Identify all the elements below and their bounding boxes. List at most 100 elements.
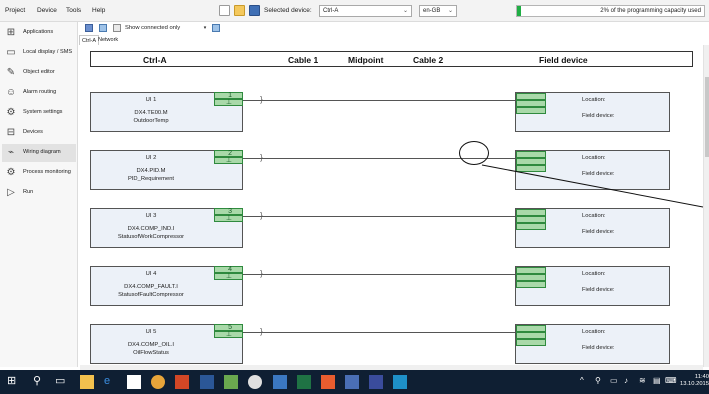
chevron-down-icon[interactable]: ▾ <box>201 25 209 32</box>
keyboard-icon[interactable]: ⌨ <box>665 374 677 388</box>
field-terminal[interactable] <box>516 209 546 216</box>
applications-icon: ⊞ <box>6 27 16 38</box>
powerpoint-icon[interactable] <box>175 375 189 389</box>
checkbox-icon[interactable] <box>113 24 121 32</box>
sub-toolbar: Show connected only ▾ <box>79 22 709 34</box>
ui-name: UI 5 <box>145 329 157 335</box>
field-device-label: Field device: <box>582 287 615 293</box>
terminal-number[interactable]: 2 <box>214 150 243 157</box>
open-folder-icon[interactable] <box>234 5 245 16</box>
app-icon[interactable] <box>248 375 262 389</box>
menu-project[interactable]: Project <box>5 7 25 14</box>
word-icon[interactable] <box>200 375 214 389</box>
clock[interactable]: 11:40 13.10.2015 <box>676 374 709 388</box>
field-terminal[interactable] <box>516 274 546 281</box>
field-device-block-1[interactable]: Location: Field device: <box>515 92 670 132</box>
sidebar-item-label: Local display / SMS <box>23 49 73 55</box>
store-icon[interactable] <box>127 375 141 389</box>
ui-object-line1: DX4.PID.M <box>136 168 166 174</box>
outlook-icon[interactable] <box>273 375 287 389</box>
terminal-ground[interactable]: ⊥ <box>214 99 243 106</box>
chevron-up-icon[interactable]: ^ <box>580 374 584 388</box>
field-device-block-4[interactable]: Location: Field device: <box>515 266 670 306</box>
field-terminal[interactable] <box>516 325 546 332</box>
new-file-icon[interactable] <box>219 5 230 16</box>
sidebar-item-applications[interactable]: ⊞ Applications <box>2 24 76 42</box>
field-device-block-5[interactable]: Location: Field device: <box>515 324 670 364</box>
terminal-number[interactable]: 4 <box>214 266 243 273</box>
ui-name: UI 4 <box>145 271 157 277</box>
filter-icon[interactable] <box>99 24 107 32</box>
notification-icon[interactable]: ▤ <box>653 374 661 388</box>
app-icon[interactable] <box>345 375 359 389</box>
terminal-ground[interactable]: ⊥ <box>214 331 243 338</box>
network-tray-icon[interactable]: ⚲ <box>595 374 601 388</box>
language-select[interactable]: en-GB ⌄ <box>419 5 457 17</box>
edge-browser-icon[interactable]: e <box>104 374 110 388</box>
location-label: Location: <box>582 155 606 161</box>
app-icon[interactable] <box>224 375 238 389</box>
sidebar-item-alarm-routing[interactable]: ☺ Alarm routing <box>2 84 76 102</box>
print-icon[interactable] <box>85 24 93 32</box>
field-terminal[interactable] <box>516 107 546 114</box>
menu-help[interactable]: Help <box>92 7 105 14</box>
wiring-canvas: Ctrl-A Cable 1 Midpoint Cable 2 Field de… <box>80 45 703 365</box>
tab-network[interactable]: Network <box>96 35 120 45</box>
field-device-block-2[interactable]: Location: Field device: <box>515 150 670 190</box>
sidebar-item-object-editor[interactable]: ✎ Object editor <box>2 64 76 82</box>
field-terminal[interactable] <box>516 216 546 223</box>
scrollbar-thumb[interactable] <box>705 77 709 157</box>
refresh-icon[interactable] <box>212 24 220 32</box>
sidebar-item-label: Object editor <box>23 69 55 75</box>
task-view-icon[interactable]: ▭ <box>55 374 65 388</box>
field-terminal[interactable] <box>516 281 546 288</box>
wiring-icon: ⌁ <box>7 147 15 158</box>
search-icon[interactable]: ⚲ <box>33 374 41 388</box>
show-connected-only-label[interactable]: Show connected only <box>125 25 180 31</box>
field-terminal[interactable] <box>516 267 546 274</box>
chrome-icon[interactable] <box>151 375 165 389</box>
menu-device[interactable]: Device <box>37 7 57 14</box>
terminal-number[interactable]: 3 <box>214 208 243 215</box>
field-terminal[interactable] <box>516 158 546 165</box>
sidebar-item-system-settings[interactable]: ⚙ System settings <box>2 104 76 122</box>
wifi-icon[interactable]: ≋ <box>639 374 646 388</box>
sidebar-item-run[interactable]: ▷ Run <box>2 184 76 202</box>
excel-icon[interactable] <box>297 375 311 389</box>
column-midpoint: Midpoint <box>348 55 384 65</box>
network-icon: ⊟ <box>6 127 16 138</box>
terminal-number[interactable]: 5 <box>214 324 243 331</box>
selected-device-select[interactable]: Ctrl-A ⌄ <box>319 5 412 17</box>
sidebar-item-devices[interactable]: ⊟ Devices <box>2 124 76 142</box>
terminal-ground[interactable]: ⊥ <box>214 157 243 164</box>
app-icon[interactable] <box>369 375 383 389</box>
app-icon[interactable] <box>321 375 335 389</box>
field-terminal[interactable] <box>516 93 546 100</box>
ui-object-line1: DX4.COMP_IND.I <box>127 226 175 232</box>
vertical-scrollbar[interactable] <box>703 45 709 367</box>
terminal-ground[interactable]: ⊥ <box>214 215 243 222</box>
app-icon[interactable] <box>393 375 407 389</box>
field-terminal[interactable] <box>516 100 546 107</box>
cable-wire <box>243 274 515 275</box>
field-terminal[interactable] <box>516 332 546 339</box>
field-device-label: Field device: <box>582 113 615 119</box>
terminal-number[interactable]: 1 <box>214 92 243 99</box>
windows-start-icon[interactable]: ⊞ <box>7 374 16 388</box>
capacity-bar-fill <box>517 6 521 16</box>
field-terminal[interactable] <box>516 223 546 230</box>
sidebar-item-process-monitoring[interactable]: ⚙ Process monitoring <box>2 164 76 182</box>
field-device-label: Field device: <box>582 345 615 351</box>
field-device-block-3[interactable]: Location: Field device: <box>515 208 670 248</box>
menu-tools[interactable]: Tools <box>66 7 81 14</box>
battery-icon[interactable]: ▭ <box>610 374 618 388</box>
field-terminal[interactable] <box>516 151 546 158</box>
sidebar-item-local-display[interactable]: ▭ Local display / SMS <box>2 44 76 62</box>
save-icon[interactable] <box>249 5 260 16</box>
volume-icon[interactable]: ♪ <box>624 374 628 388</box>
file-explorer-icon[interactable] <box>80 375 94 389</box>
terminal-ground[interactable]: ⊥ <box>214 273 243 280</box>
field-terminal[interactable] <box>516 165 546 172</box>
field-terminal[interactable] <box>516 339 546 346</box>
sidebar-item-wiring-diagram[interactable]: ⌁ Wiring diagram <box>2 144 76 162</box>
